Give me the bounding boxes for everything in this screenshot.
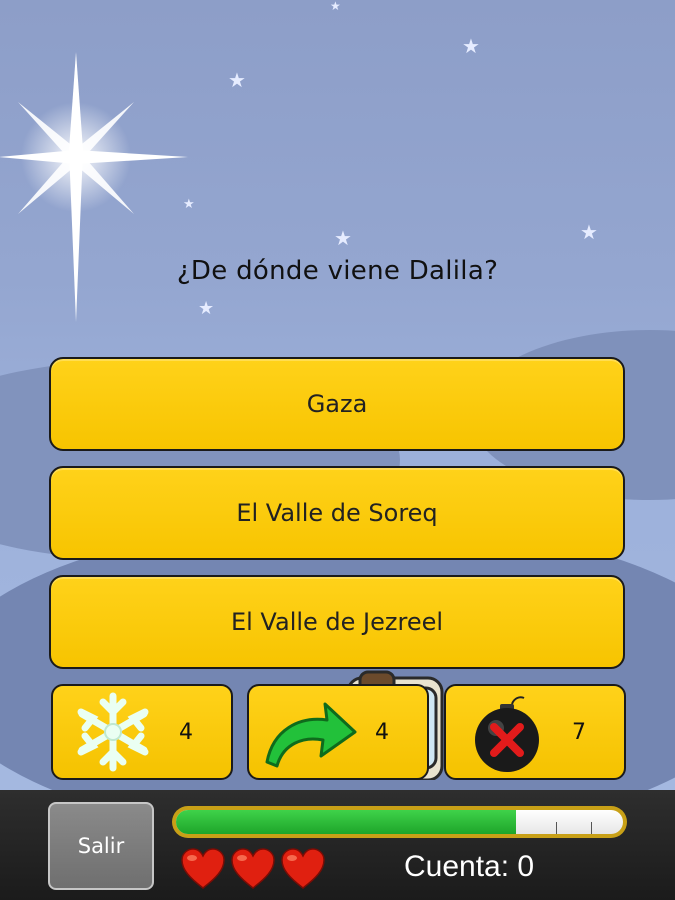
bottom-bar: Salir Cuenta: 0 xyxy=(0,790,675,900)
game-scene: ★ ★ ★ ★ ★ ★ ★ ¿De dónde viene Dalila? Ga… xyxy=(0,0,675,790)
answer-button-2[interactable]: El Valle de Soreq xyxy=(49,466,625,560)
timer-progress-bar xyxy=(172,806,627,838)
star-icon: ★ xyxy=(198,298,215,319)
answer-label: El Valle de Soreq xyxy=(236,499,438,527)
question-text: ¿De dónde viene Dalila? xyxy=(176,256,499,286)
skip-powerup-button[interactable]: 4 xyxy=(247,684,429,780)
star-icon: ★ xyxy=(462,34,480,58)
answer-button-1[interactable]: Gaza xyxy=(49,357,625,451)
score-text: Cuenta: 0 xyxy=(404,850,535,883)
timer-track xyxy=(176,810,623,834)
bethlehem-star-icon xyxy=(0,52,188,322)
timer-tick xyxy=(591,822,592,834)
heart-icon xyxy=(181,848,225,889)
star-icon: ★ xyxy=(334,226,352,250)
answer-button-3[interactable]: El Valle de Jezreel xyxy=(49,575,625,669)
skip-count: 4 xyxy=(375,720,389,745)
bomb-count: 7 xyxy=(572,720,586,745)
bomb-icon xyxy=(475,696,539,772)
star-icon: ★ xyxy=(330,0,341,13)
freeze-powerup-button[interactable]: 4 xyxy=(51,684,233,780)
star-icon: ★ xyxy=(580,220,598,244)
bomb-powerup-button[interactable]: 7 xyxy=(444,684,626,780)
freeze-count: 4 xyxy=(179,720,193,745)
timer-tick xyxy=(556,822,557,834)
answer-label: El Valle de Jezreel xyxy=(230,608,444,636)
skip-arrow-icon xyxy=(265,702,357,768)
heart-icon xyxy=(231,848,275,889)
timer-fill xyxy=(176,810,516,834)
answer-label: Gaza xyxy=(306,390,368,418)
snowflake-icon xyxy=(77,692,149,772)
heart-icon xyxy=(281,848,325,889)
lives-hearts xyxy=(180,848,326,890)
star-icon: ★ xyxy=(228,68,246,92)
exit-button[interactable]: Salir xyxy=(48,802,154,890)
